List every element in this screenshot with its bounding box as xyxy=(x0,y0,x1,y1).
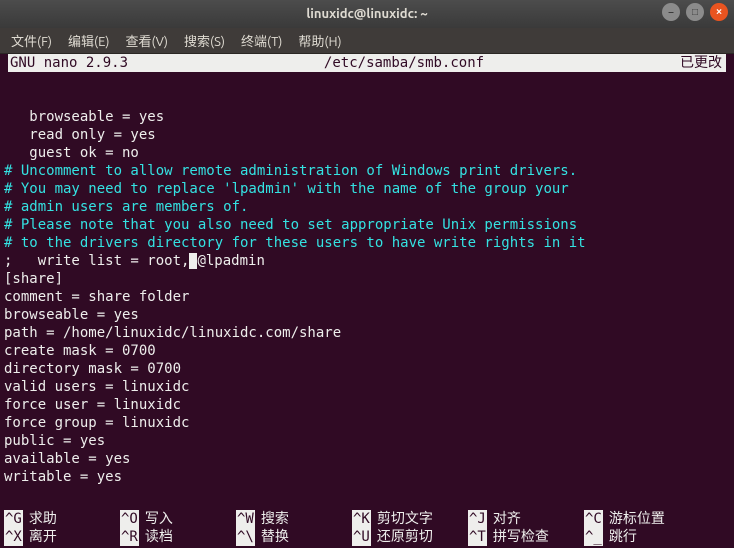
terminal[interactable]: GNU nano 2.9.3 /etc/samba/smb.conf 已更改 b… xyxy=(0,54,734,486)
shortcut-help: ^G求助 xyxy=(4,510,120,528)
comment-line: # Uncomment to allow remote administrati… xyxy=(4,163,577,179)
menu-help[interactable]: 帮助(H) xyxy=(291,28,348,53)
window-title: linuxidc@linuxidc: ~ xyxy=(306,7,427,21)
shortcut-writeout: ^O写入 xyxy=(120,510,236,528)
shortcut-row-1: ^G求助 ^O写入 ^W搜索 ^K剪切文字 ^J对齐 ^C游标位置 xyxy=(4,510,730,528)
line: comment = share folder xyxy=(4,289,189,305)
editor-content[interactable]: browseable = yes read only = yes guest o… xyxy=(0,72,734,486)
line: valid users = linuxidc xyxy=(4,379,189,395)
line: available = yes xyxy=(4,451,130,467)
line: guest ok = no xyxy=(4,145,139,161)
minimize-button[interactable]: – xyxy=(662,3,680,21)
menu-edit[interactable]: 编辑(E) xyxy=(61,28,116,53)
shortcut-curpos: ^C游标位置 xyxy=(584,510,700,528)
comment-line: # admin users are members of. xyxy=(4,199,248,215)
nano-app-name: GNU nano 2.9.3 xyxy=(8,54,144,72)
line: create mask = 0700 xyxy=(4,343,156,359)
line: force group = linuxidc xyxy=(4,415,189,431)
line: browseable = yes xyxy=(4,307,139,323)
line: ; write list = root, @lpadmin xyxy=(4,253,265,269)
line: directory mask = 0700 xyxy=(4,361,181,377)
nano-status: 已更改 xyxy=(664,54,726,72)
line: [share] xyxy=(4,271,63,287)
shortcut-replace: ^\替换 xyxy=(236,528,352,546)
line: writable = yes xyxy=(4,469,122,485)
line: read only = yes xyxy=(4,127,156,143)
line: browseable = yes xyxy=(4,109,164,125)
shortcut-exit: ^X离开 xyxy=(4,528,120,546)
line: force user = linuxidc xyxy=(4,397,181,413)
shortcut-justify: ^J对齐 xyxy=(468,510,584,528)
menu-file[interactable]: 文件(F) xyxy=(4,28,59,53)
menu-terminal[interactable]: 终端(T) xyxy=(234,28,289,53)
nano-header: GNU nano 2.9.3 /etc/samba/smb.conf 已更改 xyxy=(8,54,726,72)
menu-search[interactable]: 搜索(S) xyxy=(177,28,232,53)
menubar: 文件(F) 编辑(E) 查看(V) 搜索(S) 终端(T) 帮助(H) xyxy=(0,28,734,54)
menu-view[interactable]: 查看(V) xyxy=(119,28,175,53)
shortcut-spell: ^T拼写检查 xyxy=(468,528,584,546)
nano-shortcut-bar: ^G求助 ^O写入 ^W搜索 ^K剪切文字 ^J对齐 ^C游标位置 ^X离开 ^… xyxy=(0,510,734,548)
close-button[interactable]: × xyxy=(710,3,728,21)
window-controls: – □ × xyxy=(662,3,728,21)
shortcut-cut: ^K剪切文字 xyxy=(352,510,468,528)
window-titlebar: linuxidc@linuxidc: ~ – □ × xyxy=(0,0,734,28)
nano-file-path: /etc/samba/smb.conf xyxy=(144,54,664,72)
line: public = yes xyxy=(4,433,105,449)
shortcut-readfile: ^R读档 xyxy=(120,528,236,546)
shortcut-search: ^W搜索 xyxy=(236,510,352,528)
shortcut-uncut: ^U还原剪切 xyxy=(352,528,468,546)
shortcut-row-2: ^X离开 ^R读档 ^\替换 ^U还原剪切 ^T拼写检查 ^_跳行 xyxy=(4,528,730,546)
comment-line: # Please note that you also need to set … xyxy=(4,217,577,233)
comment-line: # to the drivers directory for these use… xyxy=(4,235,586,251)
shortcut-goto: ^_跳行 xyxy=(584,528,700,546)
line: path = /home/linuxidc/linuxidc.com/share xyxy=(4,325,341,341)
maximize-button[interactable]: □ xyxy=(686,3,704,21)
comment-line: # You may need to replace 'lpadmin' with… xyxy=(4,181,569,197)
